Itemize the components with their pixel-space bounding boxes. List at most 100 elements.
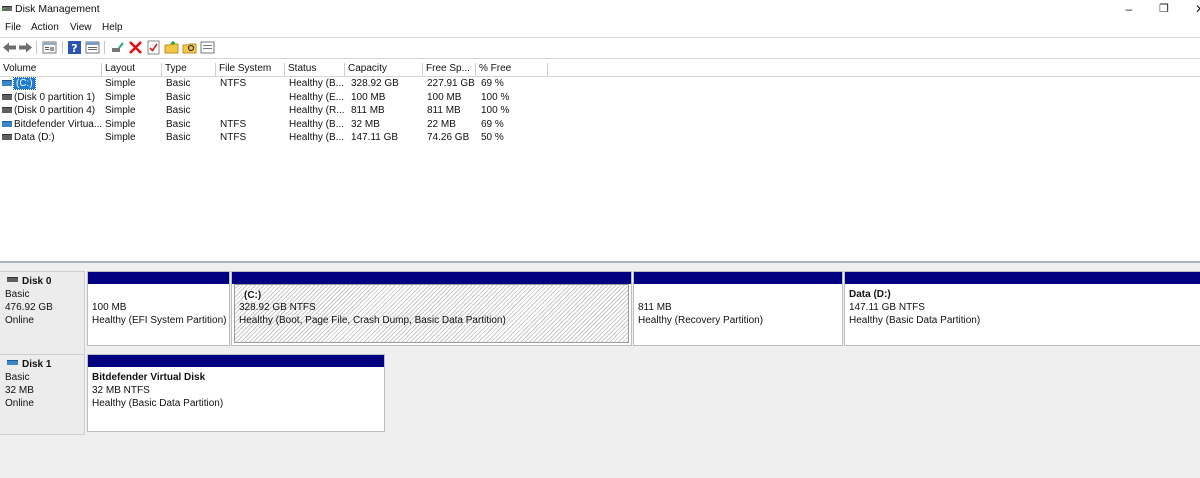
partition-recovery[interactable]: 811 MB Healthy (Recovery Partition) xyxy=(633,271,843,346)
partition-size: 328.92 GB NTFS xyxy=(239,302,316,313)
volume-row[interactable]: (Disk 0 partition 1) Simple Basic Health… xyxy=(0,91,1200,105)
restore-icon[interactable]: ❐ xyxy=(1150,0,1178,20)
disk-icon xyxy=(7,277,18,282)
menu-help[interactable]: Help xyxy=(102,22,123,33)
connect-icon[interactable] xyxy=(110,40,125,55)
rescan-icon[interactable] xyxy=(200,40,215,55)
partition-bar xyxy=(634,272,842,284)
disk-state: Online xyxy=(5,315,34,326)
partition-bar xyxy=(88,272,229,284)
disk-state: Online xyxy=(5,398,34,409)
check-icon[interactable] xyxy=(146,40,161,55)
volume-row[interactable]: (C:) Simple Basic NTFS Healthy (B... 328… xyxy=(0,77,1200,91)
volume-free-space: 227.91 GB xyxy=(427,78,475,89)
partition-bar xyxy=(88,355,384,367)
volume-name: Bitdefender Virtua... xyxy=(14,118,103,130)
column-type[interactable]: Type xyxy=(162,63,216,76)
volume-layout: Simple xyxy=(105,78,136,89)
volume-name: (Disk 0 partition 4) xyxy=(14,105,96,116)
window-title: Disk Management xyxy=(15,3,100,15)
volume-rows: (C:) Simple Basic NTFS Healthy (B... 328… xyxy=(0,76,1200,145)
search-folder-icon[interactable] xyxy=(182,40,197,55)
menu-file[interactable]: File xyxy=(5,22,21,33)
forward-arrow-icon[interactable] xyxy=(18,40,33,55)
partition-status: Healthy (Basic Data Partition) xyxy=(849,315,981,326)
volume-status: Healthy (B... xyxy=(289,132,345,143)
disk-management-app-icon xyxy=(2,4,12,14)
column-layout[interactable]: Layout xyxy=(102,63,162,76)
volume-free-space: 22 MB xyxy=(427,118,456,130)
volume-layout: Simple xyxy=(105,105,136,116)
volume-percent-free: 50 % xyxy=(481,132,504,143)
disk-map-area: Disk 0 Basic 476.92 GB Online 100 MB Hea… xyxy=(0,261,1200,478)
partition-status: Healthy (Recovery Partition) xyxy=(638,315,764,326)
disk-size: 476.92 GB xyxy=(5,302,53,313)
partition-bitdefender[interactable]: Bitdefender Virtual Disk 32 MB NTFS Heal… xyxy=(87,354,385,432)
column-capacity[interactable]: Capacity xyxy=(345,63,423,76)
partition-c[interactable]: (C:) 328.92 GB NTFS Healthy (Boot, Page … xyxy=(231,271,632,346)
column-free-space[interactable]: Free Sp... xyxy=(423,63,476,76)
volume-list-header: Volume Layout Type File System Status Ca… xyxy=(0,63,1200,76)
disk-name: Disk 1 xyxy=(22,359,52,370)
partition-size: 147.11 GB NTFS xyxy=(849,302,925,313)
volume-capacity: 100 MB xyxy=(351,91,386,103)
close-icon[interactable]: ✕ xyxy=(1186,0,1200,20)
disk-name: Disk 0 xyxy=(22,276,52,287)
volume-percent-free: 100 % xyxy=(481,91,510,103)
partition-title: (C:) xyxy=(244,290,262,301)
partition-size: 811 MB xyxy=(638,302,672,313)
volume-status: Healthy (E... xyxy=(289,91,345,103)
volume-row[interactable]: Data (D:) Simple Basic NTFS Healthy (B..… xyxy=(0,131,1200,145)
volume-list: Volume Layout Type File System Status Ca… xyxy=(0,58,1200,260)
minimize-icon[interactable]: – xyxy=(1115,0,1143,20)
new-folder-icon[interactable] xyxy=(164,40,179,55)
partition-status: Healthy (Boot, Page File, Crash Dump, Ba… xyxy=(239,315,506,326)
volume-row[interactable]: (Disk 0 partition 4) Simple Basic Health… xyxy=(0,104,1200,118)
volume-name: (Disk 0 partition 1) xyxy=(14,91,96,103)
disk-type: Basic xyxy=(5,372,30,383)
volume-layout: Simple xyxy=(105,91,136,103)
partition-title: Data (D:) xyxy=(849,289,891,300)
help-icon[interactable]: ? xyxy=(67,40,82,55)
partition-size: 32 MB NTFS xyxy=(92,385,150,396)
column-status[interactable]: Status xyxy=(285,63,345,76)
volume-capacity: 147.11 GB xyxy=(351,132,399,143)
partition-data-d[interactable]: Data (D:) 147.11 GB NTFS Healthy (Basic … xyxy=(844,271,1200,346)
volume-layout: Simple xyxy=(105,118,136,130)
properties-icon[interactable] xyxy=(85,40,100,55)
column-percent-free[interactable]: % Free xyxy=(476,63,548,76)
volume-capacity: 811 MB xyxy=(351,105,385,116)
delete-icon[interactable] xyxy=(128,40,143,55)
disk-0-label[interactable]: Disk 0 Basic 476.92 GB Online xyxy=(0,271,85,355)
back-arrow-icon[interactable] xyxy=(2,40,17,55)
volume-icon xyxy=(2,120,12,127)
column-volume[interactable]: Volume xyxy=(0,63,102,76)
partition-size: 100 MB xyxy=(92,302,127,313)
volume-layout: Simple xyxy=(105,132,136,143)
disk-list-icon[interactable] xyxy=(42,40,57,55)
menu-action[interactable]: Action xyxy=(31,22,59,33)
volume-type: Basic xyxy=(166,91,191,103)
partition-bar xyxy=(232,272,631,284)
volume-type: Basic xyxy=(166,132,191,143)
volume-type: Basic xyxy=(166,105,191,116)
volume-icon xyxy=(2,107,12,113)
volume-type: Basic xyxy=(166,118,191,130)
menu-bar: File Action View Help xyxy=(0,20,1200,36)
volume-icon xyxy=(2,93,12,100)
volume-percent-free: 100 % xyxy=(481,105,510,116)
partition-status: Healthy (Basic Data Partition) xyxy=(92,398,224,409)
disk-size: 32 MB xyxy=(5,385,34,396)
volume-status: Healthy (R... xyxy=(289,105,345,116)
volume-capacity: 32 MB xyxy=(351,118,380,130)
volume-free-space: 811 MB xyxy=(427,105,461,116)
volume-percent-free: 69 % xyxy=(481,118,504,130)
volume-row[interactable]: Bitdefender Virtua... Simple Basic NTFS … xyxy=(0,118,1200,132)
volume-capacity: 328.92 GB xyxy=(351,78,399,89)
disk-type: Basic xyxy=(5,289,30,300)
partition-efi[interactable]: 100 MB Healthy (EFI System Partition) xyxy=(87,271,230,346)
partition-status: Healthy (EFI System Partition) xyxy=(92,315,227,326)
menu-view[interactable]: View xyxy=(70,22,92,33)
disk-1-label[interactable]: Disk 1 Basic 32 MB Online xyxy=(0,354,85,435)
column-file-system[interactable]: File System xyxy=(216,63,285,76)
